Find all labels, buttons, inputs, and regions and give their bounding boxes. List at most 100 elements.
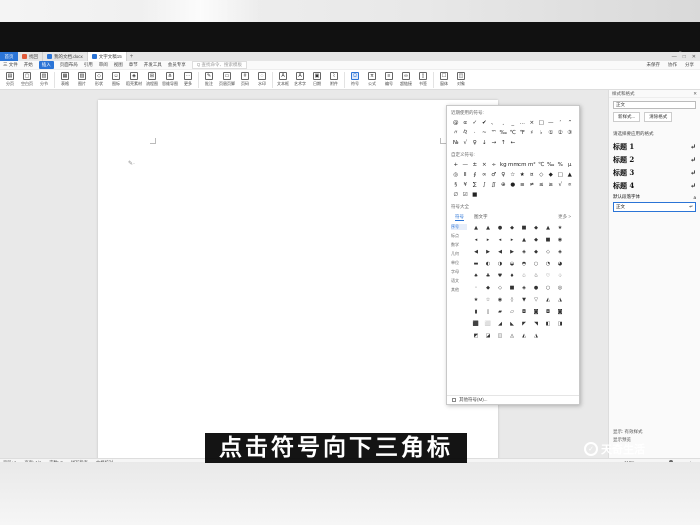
- tab-picture-text[interactable]: 图文字: [474, 214, 488, 221]
- symbol-category[interactable]: 字母: [451, 269, 467, 275]
- library-symbol-cell[interactable]: ◭: [542, 296, 554, 305]
- ribbon-object[interactable]: ◫ 对象: [454, 72, 468, 87]
- symbol-cell[interactable]: 々: [461, 129, 471, 137]
- symbol-cell[interactable]: ‰: [499, 129, 509, 137]
- library-symbol-cell[interactable]: ♢: [554, 272, 566, 281]
- library-symbol-cell[interactable]: ◇: [542, 248, 554, 257]
- symbol-cell[interactable]: ℃: [508, 129, 518, 137]
- library-symbol-cell[interactable]: ■: [506, 284, 518, 293]
- ribbon-table[interactable]: ▦ 表格: [58, 72, 72, 87]
- library-symbol-cell[interactable]: ◣: [506, 320, 518, 329]
- symbol-cell[interactable]: ☑: [461, 191, 471, 199]
- symbol-cell[interactable]: ▲: [565, 171, 575, 179]
- symbol-cell[interactable]: ◇: [537, 171, 547, 179]
- library-symbol-cell[interactable]: ◩: [470, 332, 482, 341]
- library-symbol-cell[interactable]: ◆: [482, 284, 494, 293]
- library-symbol-cell[interactable]: ◨: [554, 320, 566, 329]
- other-symbols-button[interactable]: 其他符号(M)...: [447, 395, 579, 404]
- menu-home[interactable]: 开始: [24, 62, 33, 68]
- library-symbol-cell[interactable]: ◎: [554, 284, 566, 293]
- ribbon-picture[interactable]: ▨ 图片: [75, 72, 89, 87]
- library-symbol-cell[interactable]: ★: [470, 296, 482, 305]
- library-symbol-cell[interactable]: ◮: [530, 332, 542, 341]
- library-symbol-cell[interactable]: ◓: [518, 260, 530, 269]
- symbol-cell[interactable]: ♀: [499, 171, 509, 179]
- library-symbol-cell[interactable]: ◬: [506, 332, 518, 341]
- library-symbol-cell[interactable]: ◒: [506, 260, 518, 269]
- ribbon-blank-page[interactable]: ▢ 空白页: [20, 72, 34, 87]
- symbol-cell[interactable]: §: [451, 181, 461, 189]
- menu-layout[interactable]: 页面布局: [60, 62, 78, 68]
- library-symbol-cell[interactable]: ⬜: [482, 320, 494, 329]
- library-symbol-cell[interactable]: ◂: [470, 236, 482, 245]
- library-symbol-cell[interactable]: ◪: [482, 332, 494, 341]
- symbol-cell[interactable]: _: [508, 119, 518, 127]
- symbol-cell[interactable]: ∝: [565, 181, 575, 189]
- library-symbol-cell[interactable]: ▲: [518, 236, 530, 245]
- ribbon-comment[interactable]: ✎ 批注: [202, 72, 216, 87]
- ribbon-shape[interactable]: ◇ 形状: [92, 72, 106, 87]
- library-symbol-cell[interactable]: ♡: [542, 272, 554, 281]
- library-symbol-cell[interactable]: ◇: [494, 284, 506, 293]
- library-symbol-cell[interactable]: ◆: [506, 224, 518, 233]
- library-symbol-cell[interactable]: ◈: [518, 248, 530, 257]
- library-symbol-cell[interactable]: ○: [542, 284, 554, 293]
- library-symbol-cell[interactable]: ★: [554, 224, 566, 233]
- library-symbol-cell[interactable]: ◐: [482, 260, 494, 269]
- library-symbol-cell[interactable]: ◉: [554, 236, 566, 245]
- save-status[interactable]: 未保存: [647, 62, 661, 68]
- library-symbol-cell[interactable]: ◆: [530, 224, 542, 233]
- library-symbol-cell[interactable]: ●: [494, 224, 506, 233]
- symbol-cell[interactable]: kg: [499, 161, 509, 169]
- library-symbol-cell[interactable]: ◦: [470, 284, 482, 293]
- ribbon-materials[interactable]: ◈ 稻壳素材: [126, 72, 142, 87]
- command-search[interactable]: Q 查找命令、搜索模板: [191, 61, 247, 69]
- minimize-icon[interactable]: —: [672, 54, 677, 60]
- ribbon-date[interactable]: ▣ 日期: [310, 72, 324, 87]
- tab-recover[interactable]: 找回: [18, 52, 43, 61]
- close-icon[interactable]: ✕: [693, 91, 697, 97]
- tab-current-doc[interactable]: 文字文稿15: [87, 52, 127, 61]
- ribbon-section[interactable]: ▥ 分节: [37, 72, 51, 87]
- library-symbol-cell[interactable]: ◙: [530, 308, 542, 317]
- symbol-cell[interactable]: ”: [565, 119, 575, 127]
- symbol-cell[interactable]: ∑: [470, 181, 480, 189]
- symbol-cell[interactable]: ♂: [489, 171, 499, 179]
- symbol-cell[interactable]: ∮: [470, 171, 480, 179]
- symbol-cell[interactable]: □: [556, 171, 566, 179]
- library-symbol-cell[interactable]: ☆: [482, 296, 494, 305]
- library-symbol-cell[interactable]: ⬛: [470, 320, 482, 329]
- library-symbol-cell[interactable]: ▶: [482, 248, 494, 257]
- library-symbol-cell[interactable]: ◢: [494, 320, 506, 329]
- symbol-cell[interactable]: ♀: [470, 139, 480, 147]
- symbol-cell[interactable]: ③: [565, 129, 575, 137]
- library-symbol-cell[interactable]: ♠: [470, 272, 482, 281]
- show-filter[interactable]: 显示: 有效样式: [613, 428, 643, 436]
- ribbon-page-break[interactable]: ▤ 分页: [3, 72, 17, 87]
- menu-member[interactable]: 会员专享: [168, 62, 186, 68]
- symbol-cell[interactable]: ×: [480, 161, 490, 169]
- symbol-cell[interactable]: ~: [480, 129, 490, 137]
- symbol-cell[interactable]: №: [451, 139, 461, 147]
- ribbon-form[interactable]: ☐ 窗体: [437, 72, 451, 87]
- tab-home[interactable]: 首页: [0, 52, 18, 61]
- library-symbol-cell[interactable]: ◉: [494, 296, 506, 305]
- library-symbol-cell[interactable]: ▬: [470, 260, 482, 269]
- library-symbol-cell[interactable]: ♥: [494, 272, 506, 281]
- current-style-field[interactable]: 正文: [613, 101, 696, 109]
- tab-symbols[interactable]: 符号: [455, 214, 464, 221]
- symbol-cell[interactable]: …: [518, 119, 528, 127]
- library-symbol-cell[interactable]: ◙: [554, 308, 566, 317]
- ribbon-hyperlink[interactable]: ∞ 超链接: [399, 72, 413, 87]
- symbol-cell[interactable]: ☆: [508, 171, 518, 179]
- new-tab-button[interactable]: +: [127, 54, 137, 60]
- library-symbol-cell[interactable]: ◀: [494, 248, 506, 257]
- symbol-cell[interactable]: ℉: [518, 129, 528, 137]
- library-symbol-cell[interactable]: ◔: [542, 260, 554, 269]
- symbol-cell[interactable]: —: [461, 161, 471, 169]
- library-symbol-cell[interactable]: ◆: [530, 236, 542, 245]
- style-heading-2[interactable]: 标题 2 ↵: [613, 153, 696, 166]
- ribbon-attachment[interactable]: ⌇ 附件: [327, 72, 341, 87]
- library-symbol-cell[interactable]: ◈: [554, 248, 566, 257]
- menu-devtools[interactable]: 开发工具: [144, 62, 162, 68]
